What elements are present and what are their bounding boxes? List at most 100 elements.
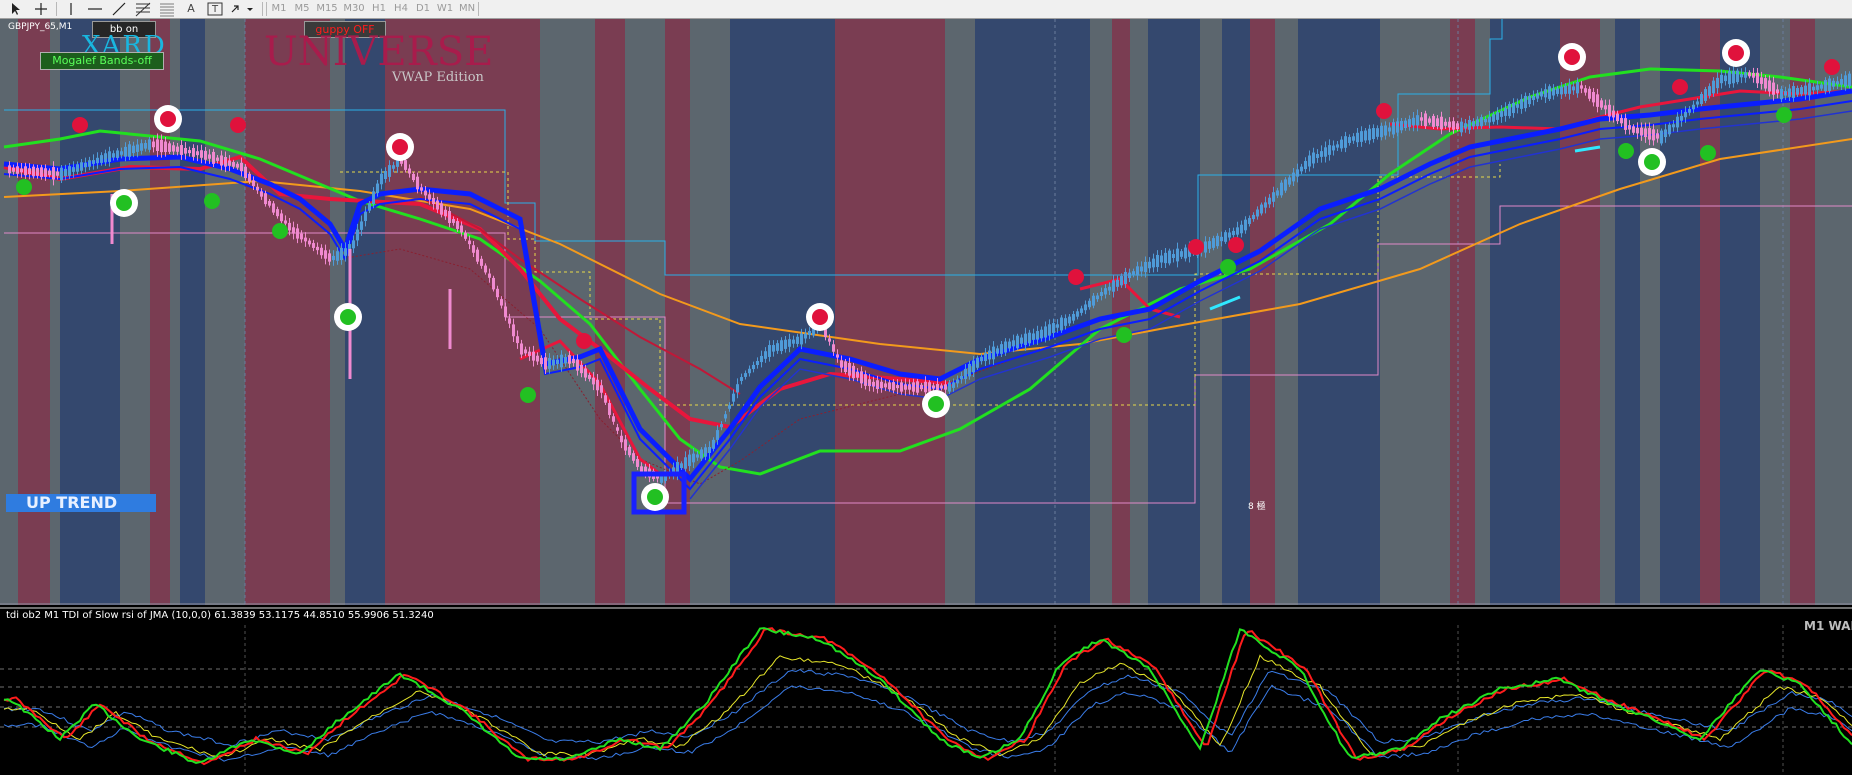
price-candle [1084,304,1087,311]
price-candle [1740,74,1743,78]
price-candle [1436,118,1439,127]
price-candle [1168,250,1171,264]
price-candle [1372,128,1375,139]
price-candle [216,157,219,161]
horizontal-line-icon[interactable] [84,0,106,18]
price-candle [592,377,595,385]
price-candle [1108,286,1111,291]
text-tool-icon[interactable]: A [180,0,202,18]
price-candle [1100,292,1103,296]
price-candle [940,385,943,389]
crosshair-icon[interactable] [30,0,52,18]
chart-toolbar: A T M1 M5 M15 M30 H1 H4 D1 W1 MN [0,0,1852,19]
cursor-icon[interactable] [4,0,26,18]
price-candle [492,277,495,290]
price-candle [1656,133,1659,139]
price-candle [1412,117,1415,126]
price-candle [904,384,907,390]
price-candle [388,165,391,177]
price-candle [352,240,355,249]
price-candle [1256,209,1259,217]
timeframe-h4-button[interactable]: H4 [390,0,412,18]
price-candle [1524,95,1527,109]
sell-signal-dot [160,111,176,127]
price-candle [796,336,799,344]
price-candle [104,153,107,163]
price-candle [600,385,603,393]
price-candle [612,416,615,422]
price-candle [476,249,479,262]
timeframe-w1-button[interactable]: W1 [434,0,456,18]
price-candle [1728,71,1731,85]
timeframe-h1-button[interactable]: H1 [368,0,390,18]
price-candle [680,463,683,469]
price-candle [440,203,443,215]
price-candle [1172,254,1175,258]
price-candle [168,143,171,152]
price-candle [1156,254,1159,268]
trendline-icon[interactable] [108,0,130,18]
price-candle [60,167,63,181]
price-candle [1312,152,1315,164]
price-candle [244,166,247,179]
price-candle [1472,121,1475,127]
price-candle [1832,80,1835,87]
price-candle [1752,72,1755,78]
channel-icon[interactable] [156,0,178,18]
price-candle [1680,115,1683,121]
price-candle [1764,78,1767,89]
price-candle [112,153,115,158]
timeframe-d1-button[interactable]: D1 [412,0,434,18]
price-candle [840,360,843,368]
price-candle [528,351,531,356]
price-candle [1280,182,1283,196]
timeframe-mn-button[interactable]: MN [456,0,478,18]
timeframe-m30-button[interactable]: M30 [341,0,367,18]
price-candle [1456,123,1459,130]
price-candle [596,379,599,391]
timeframe-m1-button[interactable]: M1 [268,0,290,18]
price-candle [636,459,639,467]
price-candle [1048,324,1051,336]
price-candle [1812,86,1815,91]
timeframe-m15-button[interactable]: M15 [314,0,340,18]
price-candle [1360,131,1363,142]
price-candle [1288,177,1291,185]
price-candle [760,355,763,363]
price-candle [332,255,335,261]
price-candle [1252,214,1255,220]
price-candle [932,385,935,389]
price-candle [1476,119,1479,127]
price-candle [788,339,791,347]
sell-marker [1068,269,1084,285]
price-candle [1828,78,1831,91]
price-candle [876,380,879,389]
price-candle [1104,288,1107,295]
vertical-line-icon[interactable] [60,0,82,18]
sell-signal-dot [1564,49,1580,65]
price-candle [1092,295,1095,306]
price-candle [1500,111,1503,117]
price-candle [800,333,803,345]
price-candle [704,447,707,457]
price-candle [436,200,439,210]
price-candle [968,363,971,377]
price-candle [852,365,855,379]
price-candle [1552,88,1555,96]
price-candle [752,364,755,370]
text-label-icon[interactable]: T [204,0,226,18]
price-candle [36,167,39,176]
price-candle [1640,127,1643,136]
fibonacci-icon[interactable] [132,0,154,18]
arrow-tool-icon[interactable] [228,0,256,18]
price-candle [804,333,807,339]
tdi-indicator-window[interactable]: tdi ob2 M1 TDI of Slow rsi of JMA (10,0,… [0,607,1852,775]
tdi-signal-line [3,627,1852,766]
price-candle [1504,108,1507,116]
price-candle [300,233,303,240]
price-chart[interactable]: GBPJPY_65,M1 bb on guppy OFF XARD Mogale… [0,19,1852,605]
price-candle [148,139,151,150]
price-candle [1236,227,1239,235]
mogalef-toggle-button[interactable]: Mogalef Bands-off [40,52,164,70]
timeframe-m5-button[interactable]: M5 [291,0,313,18]
